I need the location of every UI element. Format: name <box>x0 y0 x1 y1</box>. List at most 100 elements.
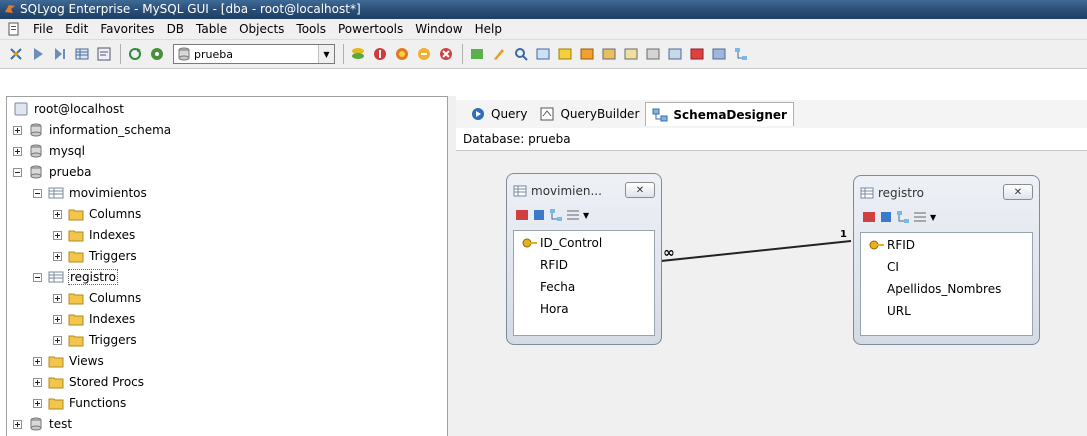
expand-icon[interactable] <box>33 356 42 366</box>
import-tool-button[interactable] <box>555 44 575 64</box>
tree-folder-columns[interactable]: Columns <box>53 204 141 224</box>
database-select[interactable]: prueba ▼ <box>173 44 335 64</box>
expand-icon[interactable] <box>13 419 22 429</box>
settings-button[interactable] <box>147 44 167 64</box>
tab-bar: Query QueryBuilder SchemaDesigner <box>456 100 1087 128</box>
grid-button[interactable] <box>72 44 92 64</box>
designer-table-header[interactable]: movimien... ✕ <box>513 180 655 202</box>
tree-db-mysql[interactable]: mysql <box>13 141 85 161</box>
field-row[interactable]: Apellidos_Nombres <box>887 279 1001 299</box>
execute-button[interactable] <box>28 44 48 64</box>
tree-table-registro[interactable]: registro <box>33 267 118 287</box>
tree-db-prueba[interactable]: prueba <box>13 162 92 182</box>
relation-icon[interactable] <box>896 210 910 224</box>
text-button[interactable] <box>94 44 114 64</box>
menu-db[interactable]: DB <box>161 19 190 40</box>
field-row[interactable]: URL <box>887 301 911 321</box>
tree-folder-indexes[interactable]: Indexes <box>53 309 135 329</box>
schema-canvas[interactable]: ∞ 1 movimien... ✕ ▼ ID_Control RFID Fech… <box>456 150 1087 436</box>
menu-objects[interactable]: Objects <box>233 19 290 40</box>
tree-folder-views[interactable]: Views <box>33 351 104 371</box>
sync-tool-button[interactable] <box>643 44 663 64</box>
edit-tool-button[interactable] <box>489 44 509 64</box>
schema-tool-button[interactable] <box>731 44 751 64</box>
db-alter-button[interactable] <box>392 44 412 64</box>
relation-icon[interactable] <box>549 208 563 222</box>
index-icon[interactable] <box>879 210 893 224</box>
tree-folder-indexes[interactable]: Indexes <box>53 225 135 245</box>
collapse-icon[interactable] <box>33 272 42 282</box>
index-icon[interactable] <box>532 208 546 222</box>
table-edit-icon[interactable] <box>862 210 876 224</box>
expand-icon[interactable] <box>53 230 62 240</box>
close-icon[interactable]: ✕ <box>1003 184 1033 200</box>
expand-icon[interactable] <box>13 146 22 156</box>
menu-table[interactable]: Table <box>190 19 233 40</box>
menu-file[interactable]: File <box>27 19 59 40</box>
list-options-icon[interactable] <box>913 210 927 224</box>
tree-root[interactable]: root@localhost <box>13 99 124 119</box>
menu-tools[interactable]: Tools <box>290 19 332 40</box>
tab-querybuilder[interactable]: QueryBuilder <box>533 102 645 126</box>
field-row[interactable]: RFID <box>540 255 568 275</box>
view-tool-button[interactable] <box>533 44 553 64</box>
menu-powertools[interactable]: Powertools <box>332 19 409 40</box>
structure-tool-button[interactable] <box>709 44 729 64</box>
tree-folder-stored-procs[interactable]: Stored Procs <box>33 372 144 392</box>
expand-icon[interactable] <box>53 251 62 261</box>
panel-splitter[interactable] <box>448 96 456 436</box>
expand-icon[interactable] <box>53 335 62 345</box>
collapse-icon[interactable] <box>33 188 42 198</box>
tree-db-test[interactable]: test <box>13 414 72 434</box>
table-tool-button[interactable] <box>467 44 487 64</box>
tree-folder-functions[interactable]: Functions <box>33 393 126 413</box>
tree-table-movimientos[interactable]: movimientos <box>33 183 147 203</box>
field-row[interactable]: ID_Control <box>522 233 602 253</box>
db-action-button[interactable] <box>348 44 368 64</box>
tree-folder-columns[interactable]: Columns <box>53 288 141 308</box>
export-tool-button[interactable] <box>577 44 597 64</box>
menu-window[interactable]: Window <box>409 19 468 40</box>
chevron-down-icon[interactable]: ▼ <box>318 45 334 63</box>
field-row[interactable]: RFID <box>869 235 915 255</box>
field-row[interactable]: Fecha <box>540 277 575 297</box>
field-row[interactable]: Hora <box>540 299 569 319</box>
db-create-button[interactable] <box>370 44 390 64</box>
close-icon[interactable]: ✕ <box>625 182 655 198</box>
expand-icon[interactable] <box>13 125 22 135</box>
db-drop-button[interactable] <box>436 44 456 64</box>
tree-db-information-schema[interactable]: information_schema <box>13 120 171 140</box>
designer-table-movimientos[interactable]: movimien... ✕ ▼ ID_Control RFID Fecha Ho… <box>506 173 662 345</box>
schemadesigner-icon <box>652 108 668 121</box>
expand-icon[interactable] <box>53 293 62 303</box>
search-tool-button[interactable] <box>511 44 531 64</box>
tab-schemadesigner[interactable]: SchemaDesigner <box>645 102 794 126</box>
execute-all-button[interactable] <box>50 44 70 64</box>
table-edit-icon[interactable] <box>515 208 529 222</box>
db-empty-button[interactable] <box>414 44 434 64</box>
tab-query[interactable]: Query <box>464 102 533 126</box>
expand-icon[interactable] <box>33 377 42 387</box>
expand-icon[interactable] <box>53 314 62 324</box>
expand-icon[interactable] <box>53 209 62 219</box>
list-options-icon[interactable] <box>566 208 580 222</box>
tree-folder-triggers[interactable]: Triggers <box>53 246 137 266</box>
schedule-tool-button[interactable] <box>665 44 685 64</box>
refresh-button[interactable] <box>125 44 145 64</box>
menu-help[interactable]: Help <box>469 19 508 40</box>
designer-table-registro[interactable]: registro ✕ ▼ RFID CI Apellidos_Nombres U… <box>853 175 1040 345</box>
collapse-icon[interactable] <box>13 167 22 177</box>
backup-tool-button[interactable] <box>599 44 619 64</box>
designer-table-header[interactable]: registro ✕ <box>860 182 1033 204</box>
restore-tool-button[interactable] <box>621 44 641 64</box>
menu-favorites[interactable]: Favorites <box>94 19 160 40</box>
chevron-down-icon[interactable]: ▼ <box>930 213 936 222</box>
notify-tool-button[interactable] <box>687 44 707 64</box>
expand-icon[interactable] <box>33 398 42 408</box>
chevron-down-icon[interactable]: ▼ <box>583 211 589 220</box>
field-row[interactable]: CI <box>887 257 899 277</box>
connect-button[interactable] <box>6 44 26 64</box>
designer-table-tools: ▼ <box>515 206 589 224</box>
tree-folder-triggers[interactable]: Triggers <box>53 330 137 350</box>
menu-edit[interactable]: Edit <box>59 19 94 40</box>
